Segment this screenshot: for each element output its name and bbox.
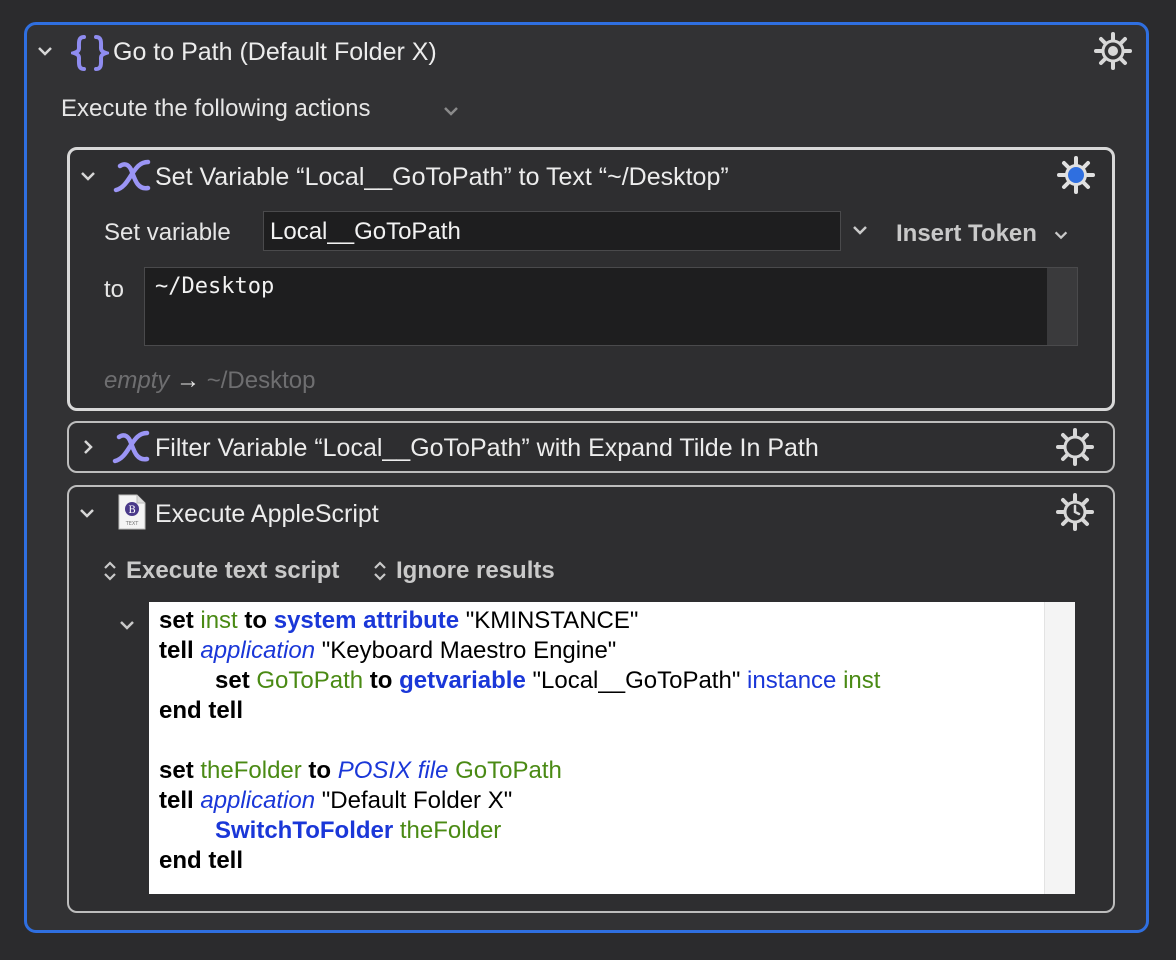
filter-variable-chevron-icon[interactable] bbox=[78, 437, 98, 462]
insert-token-chevron-icon[interactable] bbox=[1052, 226, 1070, 249]
script-token: theFolder bbox=[399, 817, 502, 844]
set-variable-gear-icon[interactable] bbox=[1056, 155, 1096, 200]
script-token: "Default Folder X" bbox=[315, 787, 513, 814]
script-token: application bbox=[200, 637, 316, 664]
script-token: inst bbox=[200, 607, 238, 634]
applescript-chevron-icon[interactable] bbox=[77, 503, 97, 528]
script-scrollbar[interactable] bbox=[1044, 602, 1075, 894]
execute-actions-label[interactable]: Execute the following actions bbox=[61, 95, 371, 123]
results-updown-icon[interactable] bbox=[372, 559, 388, 588]
applescript-action[interactable]: B TEXT Execute AppleScript Execute text … bbox=[67, 485, 1115, 913]
script-token: SwitchToFolder bbox=[215, 817, 394, 844]
execute-mode-chevron-icon[interactable] bbox=[441, 101, 461, 126]
script-token: tell bbox=[159, 637, 194, 664]
filter-variable-action[interactable]: Filter Variable “Local__GoToPath” with E… bbox=[67, 421, 1115, 473]
execute-mode-popup[interactable]: Execute text script bbox=[126, 557, 339, 585]
script-line: end tell bbox=[159, 696, 1065, 726]
script-token: to bbox=[308, 757, 332, 784]
script-line: SwitchToFolder theFolder bbox=[159, 816, 1065, 846]
script-token: set bbox=[215, 667, 250, 694]
script-line: tell application "Keyboard Maestro Engin… bbox=[159, 636, 1065, 666]
script-line: tell application "Default Folder X" bbox=[159, 786, 1065, 816]
script-token: POSIX file bbox=[337, 757, 449, 784]
script-token: "KMINSTANCE" bbox=[459, 607, 639, 634]
script-token: GoToPath bbox=[256, 667, 364, 694]
results-popup[interactable]: Ignore results bbox=[396, 557, 555, 585]
script-line: end tell bbox=[159, 846, 1065, 876]
insert-token-button[interactable]: Insert Token bbox=[896, 220, 1037, 248]
text-value: ~/Desktop bbox=[155, 274, 275, 299]
preview-result: ~/Desktop bbox=[206, 367, 316, 394]
preview-empty: empty bbox=[104, 367, 170, 394]
svg-text:TEXT: TEXT bbox=[125, 521, 140, 527]
group-gear-icon[interactable] bbox=[1093, 31, 1133, 76]
variable-x-icon bbox=[110, 156, 154, 201]
script-token bbox=[363, 667, 370, 694]
macro-group-panel: Go to Path (Default Folder X) Execute th… bbox=[24, 22, 1149, 933]
group-disclosure-chevron-icon[interactable] bbox=[35, 41, 55, 66]
applescript-title: Execute AppleScript bbox=[155, 500, 379, 528]
script-line: set theFolder to POSIX file GoToPath bbox=[159, 756, 1065, 786]
to-label: to bbox=[104, 276, 125, 303]
set-variable-title: Set Variable “Local__GoToPath” to Text “… bbox=[155, 163, 729, 191]
applescript-file-icon: B TEXT bbox=[117, 493, 147, 536]
script-token: to bbox=[244, 607, 268, 634]
text-value-field[interactable]: ~/Desktop bbox=[144, 267, 1078, 346]
script-token: to bbox=[369, 667, 393, 694]
script-token: end tell bbox=[159, 847, 244, 874]
script-token bbox=[267, 607, 274, 634]
set-variable-action[interactable]: Set Variable “Local__GoToPath” to Text “… bbox=[67, 147, 1115, 411]
filter-variable-title: Filter Variable “Local__GoToPath” with E… bbox=[155, 434, 819, 462]
script-line bbox=[159, 726, 1065, 756]
script-token: application bbox=[200, 787, 316, 814]
script-token: instance bbox=[747, 667, 837, 694]
applescript-gear-icon[interactable] bbox=[1055, 492, 1095, 537]
group-title: Go to Path (Default Folder X) bbox=[113, 38, 437, 66]
script-token bbox=[393, 817, 400, 844]
script-line: set inst to system attribute "KMINSTANCE… bbox=[159, 606, 1065, 636]
preview-arrow: → bbox=[176, 367, 201, 394]
script-token: "Keyboard Maestro Engine" bbox=[315, 637, 617, 664]
script-token: tell bbox=[159, 787, 194, 814]
set-variable-label: Set variable bbox=[104, 219, 231, 246]
variable-x-icon bbox=[109, 427, 153, 472]
mode-updown-icon[interactable] bbox=[102, 559, 118, 588]
variable-name-chevron-icon[interactable] bbox=[850, 222, 870, 247]
script-token: getvariable bbox=[399, 667, 526, 694]
text-field-scrollbar[interactable] bbox=[1047, 268, 1077, 345]
preview-line: empty → ~/Desktop bbox=[104, 367, 315, 395]
set-variable-chevron-icon[interactable] bbox=[78, 166, 98, 191]
curly-braces-icon bbox=[67, 33, 113, 78]
variable-name-field[interactable]: Local__GoToPath bbox=[263, 211, 841, 251]
script-token bbox=[331, 757, 338, 784]
svg-text:B: B bbox=[128, 505, 135, 516]
script-token: set bbox=[159, 607, 194, 634]
script-token: system attribute bbox=[273, 607, 460, 634]
script-line: set GoToPath to getvariable "Local__GoTo… bbox=[159, 666, 1065, 696]
script-editor[interactable]: set inst to system attribute "KMINSTANCE… bbox=[149, 602, 1075, 894]
filter-variable-gear-icon[interactable] bbox=[1055, 427, 1095, 472]
script-collapse-chevron-icon[interactable] bbox=[117, 615, 137, 640]
script-token: set bbox=[159, 757, 194, 784]
script-token: GoToPath bbox=[455, 757, 562, 784]
script-token: theFolder bbox=[200, 757, 302, 784]
script-token: end tell bbox=[159, 697, 244, 724]
script-token: inst bbox=[843, 667, 881, 694]
script-token: "Local__GoToPath" bbox=[525, 667, 748, 694]
script-lines: set inst to system attribute "KMINSTANCE… bbox=[159, 606, 1065, 876]
